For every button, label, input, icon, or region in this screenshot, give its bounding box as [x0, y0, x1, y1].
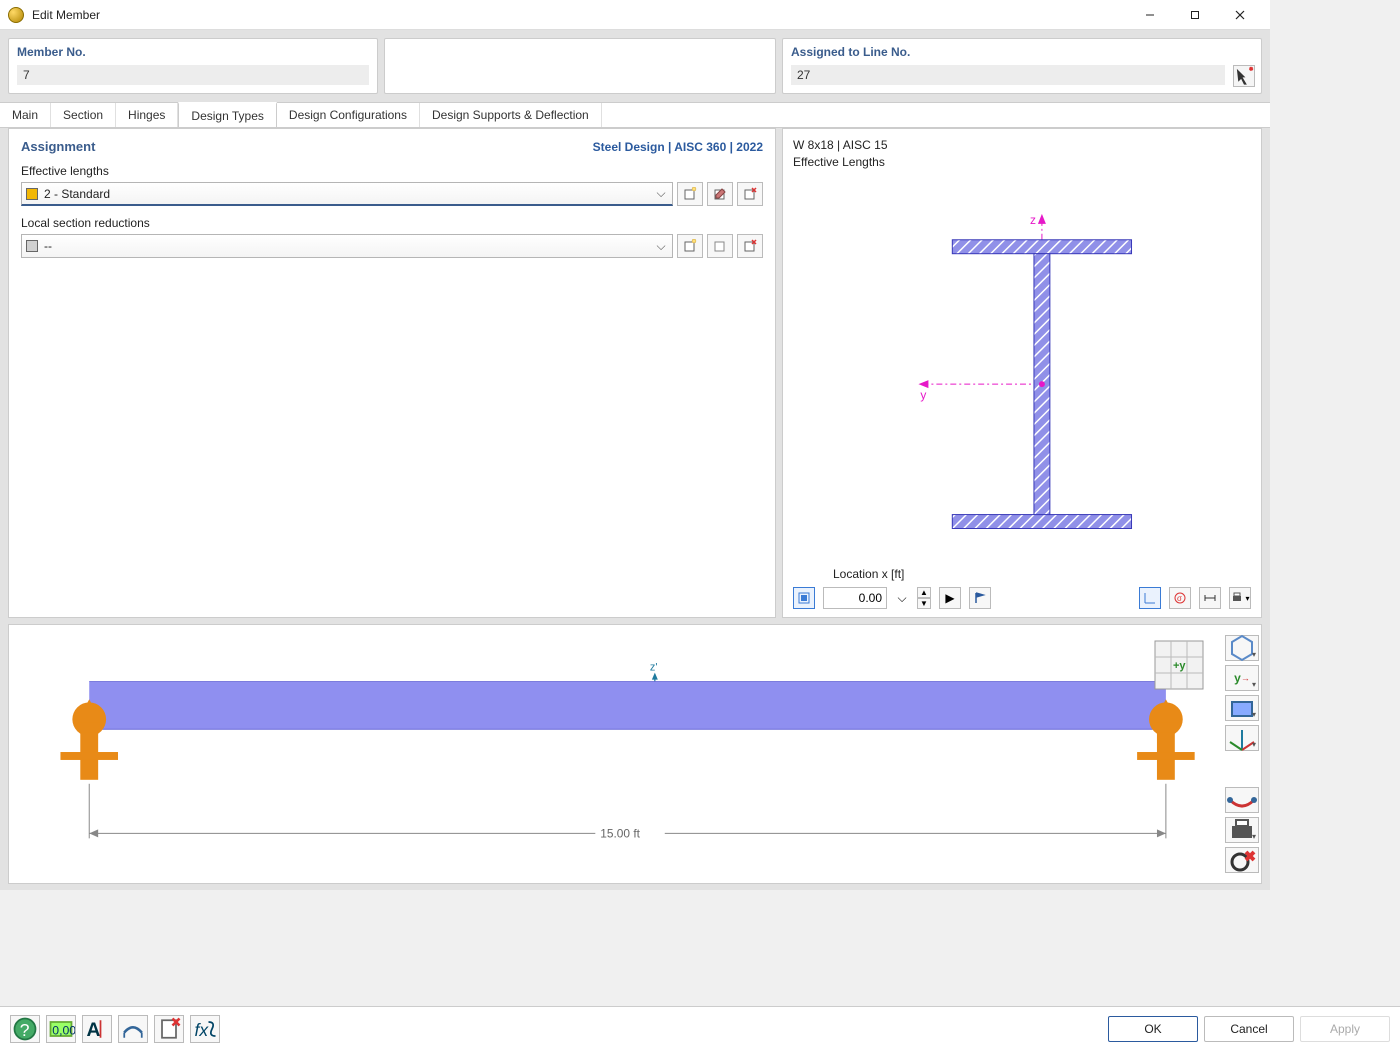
local-section-reductions-select[interactable]: -- ⌵ [21, 234, 673, 258]
tab-hinges[interactable]: Hinges [116, 103, 178, 127]
member-no-panel: Member No. [8, 38, 378, 94]
units-button[interactable]: 0,00 [46, 1015, 76, 1043]
view-tools-top: ▾ y→▾ ▾ ▾ [1225, 635, 1259, 751]
font-button[interactable]: A [82, 1015, 112, 1043]
location-flag-button[interactable] [969, 587, 991, 609]
view-display-button[interactable]: ▾ [1225, 695, 1259, 721]
local-section-reductions-value: -- [44, 239, 654, 253]
section-name-label: W 8x18 | AISC 15 [793, 137, 1251, 154]
svg-text:fx: fx [195, 1020, 210, 1040]
preview-subtitle: Effective Lengths [793, 154, 1251, 171]
view-axis-y-button[interactable]: y→▾ [1225, 665, 1259, 691]
assignment-heading: Assignment [21, 139, 95, 154]
fx-button[interactable]: fx [190, 1015, 220, 1043]
view-iso-button[interactable]: ▾ [1225, 635, 1259, 661]
axis-z-label: z [1030, 212, 1036, 226]
svg-text:0,00: 0,00 [52, 1023, 75, 1037]
beam-view-row: z' x [0, 624, 1270, 890]
effective-lengths-new-button[interactable] [677, 182, 703, 206]
description-panel [384, 38, 776, 94]
tab-design-supports[interactable]: Design Supports & Deflection [420, 103, 602, 127]
tab-main[interactable]: Main [0, 103, 51, 127]
view-tools-bottom: ▾ [1225, 787, 1259, 873]
help-button[interactable]: ? [10, 1015, 40, 1043]
section-view-button[interactable] [793, 587, 815, 609]
beam-view[interactable]: z' x [8, 624, 1262, 884]
footer: ? 0,00 A fx OK Cancel Apply [0, 1006, 1400, 1050]
view-deform-button[interactable] [1225, 787, 1259, 813]
cross-section-preview: z y [793, 177, 1251, 561]
header-panels: Member No. Assigned to Line No. [0, 30, 1270, 102]
location-controls: ⌵ ▲ ▼ ▶ σ ▾ [793, 587, 1251, 609]
titlebar: Edit Member [0, 0, 1270, 30]
location-step-up[interactable]: ▲ [917, 587, 931, 598]
location-label: Location x [ft] [833, 567, 1251, 581]
location-next-button[interactable]: ▶ [939, 587, 961, 609]
effective-lengths-label: Effective lengths [21, 164, 763, 178]
axis-y-label: y [920, 388, 926, 402]
location-step-down[interactable]: ▼ [917, 598, 931, 609]
lsr-new-button[interactable] [677, 234, 703, 258]
member-no-label: Member No. [17, 45, 369, 59]
chevron-down-icon: ⌵ [654, 239, 668, 254]
view-reset-button[interactable] [1225, 847, 1259, 873]
lsr-edit-button[interactable] [707, 234, 733, 258]
assignment-pane: Assignment Steel Design | AISC 360 | 202… [8, 128, 776, 618]
tab-design-config[interactable]: Design Configurations [277, 103, 420, 127]
effective-lengths-edit-button[interactable] [707, 182, 733, 206]
preview-pane: W 8x18 | AISC 15 Effective Lengths z y [782, 128, 1262, 618]
assigned-line-input[interactable] [791, 65, 1225, 85]
show-dims-button[interactable] [1199, 587, 1221, 609]
maximize-button[interactable] [1172, 0, 1217, 30]
content-row: Assignment Steel Design | AISC 360 | 202… [0, 128, 1270, 624]
assigned-line-panel: Assigned to Line No. [782, 38, 1262, 94]
beam-length-label: 15.00 ft [600, 826, 640, 840]
svg-text:?: ? [20, 1020, 30, 1040]
member-no-input[interactable] [17, 65, 369, 85]
local-section-reductions-label: Local section reductions [21, 216, 763, 230]
svg-text:σ: σ [1177, 594, 1182, 603]
view-ucs-button[interactable]: ▾ [1225, 725, 1259, 751]
clipboard-button[interactable] [154, 1015, 184, 1043]
pick-line-button[interactable] [1233, 65, 1255, 87]
tab-design-types[interactable]: Design Types [178, 102, 277, 127]
ok-button[interactable]: OK [1108, 1016, 1198, 1042]
cancel-button[interactable]: Cancel [1204, 1016, 1294, 1042]
effective-lengths-select[interactable]: 2 - Standard ⌵ [21, 182, 673, 206]
view-print-button[interactable]: ▾ [1225, 817, 1259, 843]
app-icon [8, 7, 24, 23]
apply-button: Apply [1300, 1016, 1390, 1042]
view-cube[interactable]: +y [1151, 637, 1207, 696]
view-reset-footer-button[interactable] [118, 1015, 148, 1043]
print-preview-button[interactable]: ▾ [1229, 587, 1251, 609]
window-title: Edit Member [32, 8, 1127, 22]
svg-text:A: A [87, 1020, 101, 1041]
axis-z-prime: z' [650, 662, 658, 674]
chevron-down-icon: ⌵ [654, 186, 668, 201]
lsr-delete-button[interactable] [737, 234, 763, 258]
color-swatch-icon [26, 240, 38, 252]
location-input[interactable] [823, 587, 887, 609]
effective-lengths-delete-button[interactable] [737, 182, 763, 206]
location-dropdown-button[interactable]: ⌵ [895, 587, 909, 609]
color-swatch-icon [26, 188, 38, 200]
tab-section[interactable]: Section [51, 103, 116, 127]
assigned-line-label: Assigned to Line No. [791, 45, 1253, 59]
show-stress-button[interactable]: σ [1169, 587, 1191, 609]
design-code-link[interactable]: Steel Design | AISC 360 | 2022 [593, 140, 763, 154]
tab-strip: Main Section Hinges Design Types Design … [0, 102, 1270, 128]
minimize-button[interactable] [1127, 0, 1172, 30]
close-button[interactable] [1217, 0, 1262, 30]
svg-text:+y: +y [1173, 660, 1186, 672]
show-axes-button[interactable] [1139, 587, 1161, 609]
effective-lengths-value: 2 - Standard [44, 187, 654, 201]
